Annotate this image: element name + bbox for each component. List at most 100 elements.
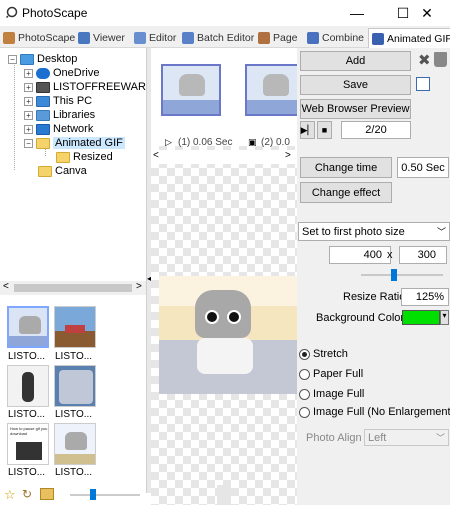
tree-item-label: Resized (73, 151, 113, 163)
tab-viewer[interactable]: Viewer (78, 29, 125, 47)
tree-item-label: Canva (55, 165, 87, 177)
thumbnail-6[interactable] (54, 423, 96, 465)
tab-label: PhotoScape (18, 32, 76, 44)
collapse-icon[interactable]: − (8, 54, 17, 64)
close-button[interactable]: ✕ (404, 0, 450, 26)
tree-horizontal-scrollbar[interactable]: < > (0, 281, 146, 295)
radio-dot[interactable] (299, 348, 310, 360)
width-field[interactable]: 400 (329, 246, 391, 264)
thumbnail-grid: LISTO... LISTO... LISTO... LISTO... How … (0, 300, 146, 482)
radio-paper-full[interactable]: Paper Full (299, 368, 363, 380)
time-value-field[interactable]: 0.50 Sec (397, 157, 449, 178)
photoscape-logo-icon (6, 6, 18, 18)
tree-item-animated-gif[interactable]: − Animated GIF (24, 136, 125, 150)
tree-item-network[interactable]: + Network (24, 122, 93, 136)
thumbnail-2[interactable] (54, 306, 96, 348)
tab-label: Page (273, 32, 298, 44)
tab-batch-editor[interactable]: Batch Editor (182, 29, 254, 47)
play-button[interactable]: ▶▏ (300, 121, 315, 139)
scroll-left-icon[interactable]: < (153, 150, 159, 161)
scroll-thumb[interactable] (14, 284, 132, 292)
tree-item-listoffreeware[interactable]: + LISTOFFREEWARE (24, 80, 153, 94)
radio-dot[interactable] (299, 368, 310, 380)
thumbnail-label: LISTO... (8, 351, 46, 362)
frame-1-thumbnail[interactable] (161, 64, 221, 116)
stop-button[interactable]: ■ (317, 121, 332, 139)
thumbnail-caption: How to pause gif you download (10, 426, 48, 436)
properties-icon[interactable] (416, 77, 430, 91)
tab-editor[interactable]: Editor (134, 29, 176, 47)
frame-1-label: (1) 0.06 Sec (178, 137, 233, 148)
frame-strip-scrollbar[interactable]: < > (151, 150, 297, 164)
folder-icon (38, 165, 52, 177)
refresh-icon[interactable]: ↻ (22, 487, 32, 501)
scroll-right-icon[interactable]: > (285, 150, 291, 161)
change-effect-button[interactable]: Change effect (300, 182, 392, 203)
radio-label: Image Full (313, 388, 365, 400)
tree-item-resized[interactable]: Resized (56, 150, 113, 164)
tab-animated-gif[interactable]: Animated GIF (368, 28, 450, 48)
radio-label: Paper Full (313, 368, 364, 380)
background-color-label: Background Color (316, 312, 405, 324)
libraries-icon (36, 109, 50, 121)
delete-x-icon[interactable]: ✖ (418, 51, 431, 69)
size-slider-thumb[interactable] (391, 269, 397, 281)
radio-image-full-no-enlargement[interactable]: Image Full (No Enlargement) (299, 406, 450, 418)
tree-item-libraries[interactable]: + Libraries (24, 108, 95, 122)
size-x-separator: x (387, 249, 393, 261)
thumbnail-3[interactable] (7, 365, 49, 407)
tab-photoscape[interactable]: PhotoScape (3, 29, 75, 47)
left-bottom-toolbar: ☆ ↻ (0, 485, 150, 505)
expand-icon[interactable]: + (24, 68, 33, 78)
star-icon[interactable]: ☆ (4, 487, 16, 503)
radio-label: Image Full (No Enlargement) (313, 406, 450, 418)
collapse-icon[interactable]: − (24, 138, 33, 148)
scroll-right-icon[interactable]: > (136, 281, 142, 292)
minimize-button[interactable]: — (334, 0, 380, 26)
save-button[interactable]: Save (300, 75, 411, 95)
folder-tree[interactable]: − Desktop + OneDrive + LISTOFFREEWARE + … (0, 48, 153, 278)
color-dropdown-icon[interactable]: ▾ (440, 310, 449, 325)
expand-icon[interactable]: + (24, 82, 33, 92)
frame-play-icon: ▷ (165, 137, 172, 147)
radio-stretch[interactable]: Stretch (299, 348, 348, 360)
tab-label: Combine (322, 32, 365, 44)
tab-page[interactable]: Page (258, 29, 298, 47)
thumbnail-label: LISTO... (8, 409, 46, 420)
tree-item-desktop[interactable]: − Desktop (8, 52, 77, 66)
change-time-button[interactable]: Change time (300, 157, 392, 178)
tree-item-onedrive[interactable]: + OneDrive (24, 66, 99, 80)
web-browser-preview-button[interactable]: Web Browser Preview (300, 99, 411, 119)
tree-item-this-pc[interactable]: + This PC (24, 94, 92, 108)
add-button[interactable]: Add (300, 51, 411, 71)
thumbnail-4[interactable] (54, 365, 96, 407)
thumbnail-size-thumb[interactable] (90, 489, 96, 500)
trash-icon[interactable] (434, 52, 447, 67)
thumbnail-1[interactable] (7, 306, 49, 348)
size-mode-select[interactable]: Set to first photo size ﹀ (298, 222, 450, 241)
tab-combine[interactable]: Combine (307, 29, 364, 47)
expand-icon[interactable]: + (24, 110, 33, 120)
tab-label: Editor (149, 32, 177, 44)
tree-item-label: LISTOFFREEWARE (53, 81, 154, 93)
tree-item-label: Network (53, 123, 94, 135)
height-field[interactable]: 300 (399, 246, 447, 264)
user-folder-icon (36, 81, 50, 93)
frame-2-thumbnail[interactable] (245, 64, 297, 116)
thumbnail-5[interactable]: How to pause gif you download (7, 423, 49, 465)
expand-icon[interactable]: + (24, 96, 33, 106)
expand-icon[interactable]: + (24, 124, 33, 134)
radio-image-full[interactable]: Image Full (299, 388, 364, 400)
resize-ratio-field[interactable]: 125% (401, 288, 449, 306)
scroll-left-icon[interactable]: < (3, 281, 9, 292)
tree-item-canva[interactable]: Canva (38, 164, 87, 178)
radio-dot[interactable] (299, 406, 310, 418)
folder-open-icon[interactable] (40, 488, 54, 500)
photo-align-select: Left ﹀ (364, 429, 449, 446)
tree-item-label: Libraries (53, 109, 96, 121)
radio-dot[interactable] (299, 388, 310, 400)
background-color-swatch[interactable] (402, 310, 440, 325)
cloud-icon (36, 67, 50, 79)
thumbnail-size-slider[interactable] (70, 494, 140, 496)
size-slider-track[interactable] (361, 274, 443, 276)
